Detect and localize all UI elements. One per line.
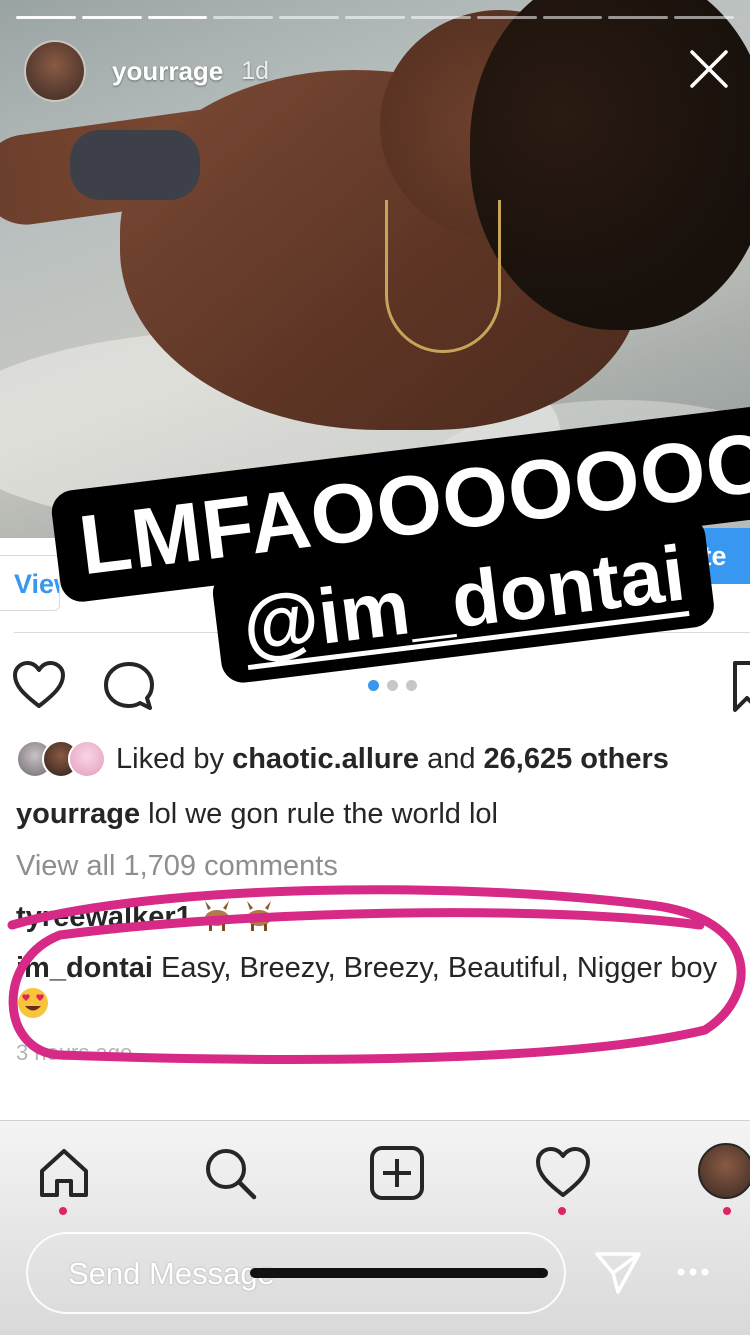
- home-icon: [40, 1149, 88, 1197]
- search-icon: [206, 1149, 257, 1200]
- progress-segment: [213, 16, 274, 19]
- progress-segment: [674, 16, 734, 19]
- activity-heart-icon: [536, 1147, 590, 1197]
- comment-item: tyreewalker1: [16, 898, 276, 934]
- liked-by-user[interactable]: chaotic.allure: [232, 743, 419, 775]
- notification-dot: [558, 1207, 566, 1215]
- progress-segment: [147, 16, 208, 19]
- bookmark-icon[interactable]: [732, 660, 750, 714]
- send-message-placeholder: Send Message: [68, 1256, 275, 1291]
- likes-count[interactable]: 26,625 others: [484, 743, 669, 775]
- more-icon[interactable]: [676, 1262, 710, 1282]
- progress-segment: [345, 16, 405, 19]
- view-profile-button[interactable]: View: [0, 555, 60, 611]
- tab-home[interactable]: [34, 1143, 94, 1215]
- comment-text: Easy, Breezy, Breezy, Beautiful, Nigger …: [152, 952, 718, 984]
- story-username[interactable]: yourrage: [112, 56, 223, 87]
- notification-dot: [723, 1207, 731, 1215]
- story-header: yourrage 1d: [24, 40, 269, 102]
- progress-segment: [16, 16, 76, 19]
- photo-shorts-shape: [70, 130, 200, 200]
- story-progress-bar: [16, 16, 734, 19]
- progress-segment: [81, 16, 142, 19]
- likes-row[interactable]: Liked by chaotic.allure and 26,625 other…: [16, 740, 669, 778]
- progress-segment: [542, 16, 603, 19]
- goat-emoji-icon: [204, 901, 229, 931]
- caption-text: lol we gon rule the world lol: [140, 798, 498, 830]
- goat-emoji-icon: [246, 901, 271, 931]
- close-icon[interactable]: [688, 48, 730, 90]
- story-timestamp: 1d: [241, 56, 270, 85]
- avatar[interactable]: [24, 40, 86, 102]
- notification-dot: [59, 1207, 67, 1215]
- tab-profile[interactable]: [698, 1143, 750, 1215]
- likes-connector: and: [419, 742, 484, 775]
- home-indicator: [250, 1268, 548, 1278]
- comment-timestamp: 3 hours ago: [16, 1040, 133, 1060]
- progress-segment: [608, 16, 669, 19]
- avatar: [698, 1143, 750, 1199]
- send-icon[interactable]: [594, 1248, 642, 1296]
- progress-segment: [410, 16, 471, 19]
- tab-add[interactable]: [367, 1143, 427, 1203]
- likes-text: Liked by chaotic.allure and 26,625 other…: [116, 743, 669, 776]
- view-all-comments-link[interactable]: View all 1,709 comments: [16, 850, 338, 883]
- heart-icon[interactable]: [12, 660, 66, 710]
- caption-username[interactable]: yourrage: [16, 798, 140, 830]
- tab-search[interactable]: [200, 1143, 260, 1203]
- progress-segment: [476, 16, 537, 19]
- photo-chain-shape: [385, 200, 501, 353]
- likes-prefix: Liked by: [116, 742, 233, 775]
- comment-item: im_dontai Easy, Breezy, Breezy, Beautifu…: [16, 950, 736, 1023]
- tab-activity[interactable]: [533, 1143, 593, 1215]
- avatar: [68, 740, 106, 778]
- add-icon: [370, 1146, 424, 1200]
- heart-eyes-emoji-icon: [18, 988, 48, 1018]
- progress-segment: [279, 16, 340, 19]
- comment-username[interactable]: tyreewalker1: [16, 901, 192, 933]
- comment-username[interactable]: im_dontai: [16, 952, 153, 984]
- post-caption: yourrage lol we gon rule the world lol: [16, 798, 498, 831]
